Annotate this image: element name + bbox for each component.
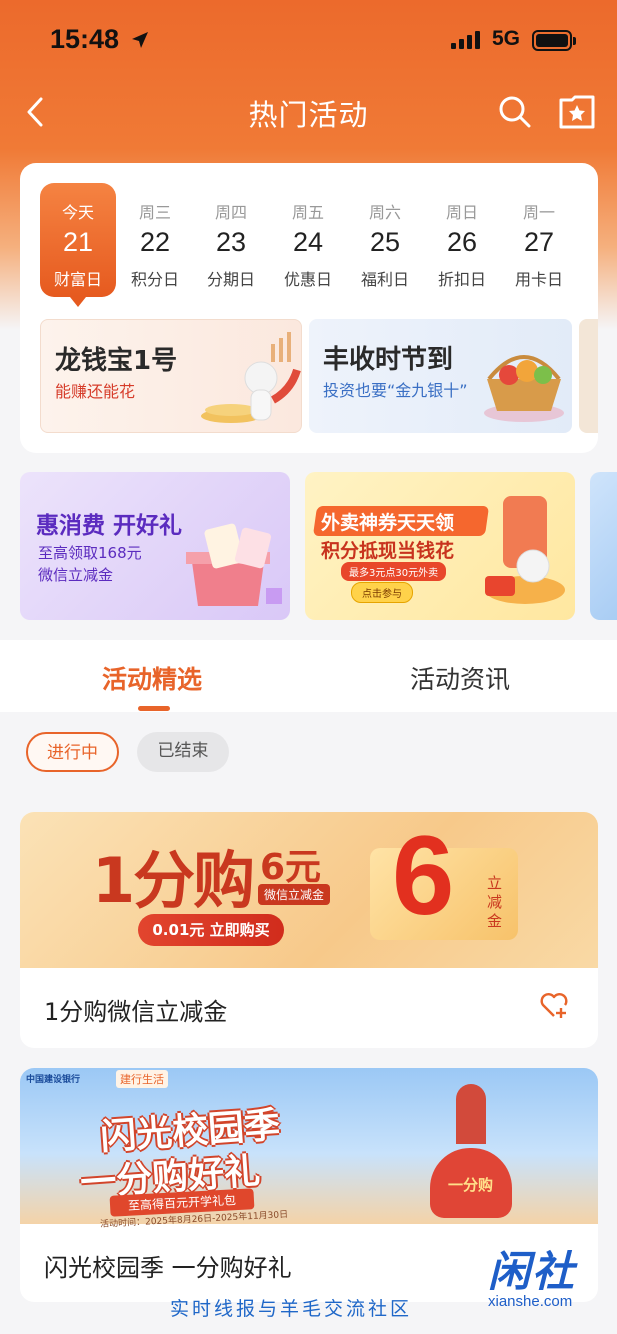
banner-title: 外卖神券天天领 — [321, 512, 455, 534]
fruit-basket-illustration — [484, 355, 564, 422]
banner-line: 至高领取168元 — [38, 544, 142, 562]
promo-card-longqianbao[interactable]: 龙钱宝1号 能赚还能花 — [40, 319, 302, 433]
takeout-illustration — [485, 496, 565, 604]
tab-news[interactable]: 活动资讯 — [410, 660, 510, 696]
mascot-illustration — [201, 332, 301, 423]
tab-indicator — [138, 706, 170, 711]
bank-logo-text: 中国建设银行 — [26, 1075, 81, 1085]
lucky-bag-text: 一分购 — [448, 1176, 494, 1194]
calendar-day[interactable]: 周日 26 折扣日 — [424, 183, 500, 297]
network-label: 5G — [492, 27, 521, 50]
filter-ended[interactable]: 已结束 — [137, 732, 229, 772]
banner-sub: 微信立减金 — [258, 884, 331, 905]
calendar-day[interactable]: 周三 22 积分日 — [117, 183, 193, 297]
activity-card[interactable]: 1分购 6元 微信立减金 0.01元 立即购买 6 立减金 1分购微信立减金 — [20, 812, 598, 1048]
banner-note: 最多3元点30元外卖 — [341, 562, 447, 581]
banner-big-text: 1分购 — [92, 844, 255, 917]
clock-tower-illustration — [456, 1084, 486, 1144]
voucher-text: 立减金 — [487, 874, 503, 930]
promo-card-harvest[interactable]: 丰收时节到 投资也要“金九银十” — [309, 319, 572, 433]
activity-banner-penny-buy: 1分购 6元 微信立减金 0.01元 立即购买 6 立减金 — [20, 812, 598, 968]
gift-box-illustration — [186, 523, 282, 606]
promo-card-partial[interactable] — [579, 319, 598, 433]
search-icon[interactable] — [497, 94, 533, 134]
location-arrow-icon — [130, 30, 150, 54]
banner-takeout-coupon[interactable]: 外卖神券天天领 积分抵现当钱花 最多3元点30元外卖 点击参与 — [305, 472, 575, 620]
promo-subtitle: 投资也要“金九银十” — [323, 381, 468, 400]
tab-featured[interactable]: 活动精选 — [102, 660, 202, 696]
activity-banner-campus: 中国建设银行 建行生活 闪光校园季 一分购好礼 至高得百元开学礼包 活动时间：2… — [20, 1068, 598, 1230]
calendar-day[interactable]: 周一 27 用卡日 — [501, 183, 577, 297]
heart-plus-icon[interactable] — [539, 990, 569, 1024]
watermark-logo: 闲社 xianshe.com — [488, 1247, 577, 1310]
banner-title: 积分抵现当钱花 — [321, 540, 455, 562]
activity-title: 闪光校园季 一分购好礼 — [44, 1254, 292, 1282]
banner-cta-button[interactable]: 点击参与 — [351, 582, 413, 603]
calendar-card: 今天 21 财富日 周三 22 积分日 周四 23 分期日 周五 24 优惠日 … — [20, 163, 598, 453]
calendar-day[interactable]: 周六 25 福利日 — [347, 183, 423, 297]
nav-bar: 热门活动 — [0, 80, 617, 142]
banner-consume-gift[interactable]: 惠消费 开好礼 至高领取168元 微信立减金 — [20, 472, 290, 620]
calendar-day[interactable]: 周五 24 优惠日 — [270, 183, 346, 297]
app-logo-text: 建行生活 — [116, 1070, 168, 1088]
promo-title: 丰收时节到 — [323, 345, 454, 375]
promo-subtitle: 能赚还能花 — [55, 382, 136, 401]
banner-carousel: 惠消费 开好礼 至高领取168元 微信立减金 外卖神券天天领 积分抵现当钱花 最… — [0, 472, 617, 620]
battery-icon — [532, 30, 576, 51]
banner-line: 微信立减金 — [38, 566, 114, 584]
banner-partial[interactable] — [590, 472, 617, 620]
calendar-day-today[interactable]: 今天 21 财富日 — [40, 183, 116, 307]
calendar-day[interactable]: 周四 23 分期日 — [193, 183, 269, 297]
filter-ongoing[interactable]: 进行中 — [26, 732, 119, 772]
buy-now-button[interactable]: 0.01元 立即购买 — [138, 914, 284, 946]
favorites-icon[interactable] — [558, 94, 596, 134]
watermark-text: 实时线报与羊毛交流社区 — [170, 1298, 413, 1320]
status-time: 15:48 — [50, 24, 120, 54]
tab-bar: 活动精选 活动资讯 — [0, 640, 617, 712]
promo-title: 龙钱宝1号 — [55, 346, 178, 376]
voucher-number: 6 — [392, 813, 455, 938]
status-bar: 15:48 5G — [0, 0, 617, 80]
signal-icon — [451, 31, 480, 49]
banner-amount: 6元 — [260, 847, 322, 888]
activity-title: 1分购微信立减金 — [44, 998, 228, 1026]
banner-title: 惠消费 开好礼 — [36, 513, 183, 539]
